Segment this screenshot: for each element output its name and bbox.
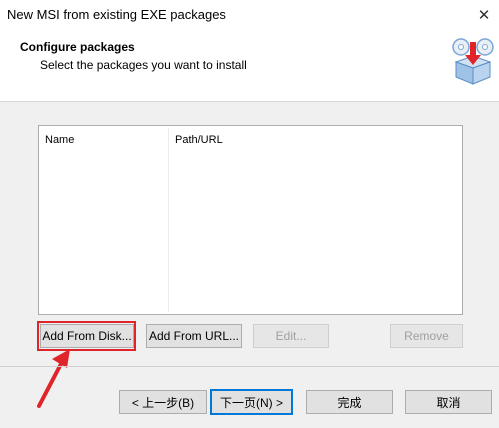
wizard-header: Configure packages Select the packages y… [0, 30, 499, 102]
cancel-button[interactable]: 取消 [405, 390, 492, 414]
footer-separator [0, 366, 499, 367]
add-from-url-button[interactable]: Add From URL... [146, 324, 242, 348]
window-title: New MSI from existing EXE packages [7, 7, 226, 22]
next-button[interactable]: 下一页(N) > [210, 389, 293, 415]
page-subtitle: Select the packages you want to install [40, 58, 247, 72]
close-icon[interactable]: ✕ [469, 0, 499, 30]
page-title: Configure packages [20, 40, 135, 54]
remove-button[interactable]: Remove [390, 324, 463, 348]
edit-button[interactable]: Edit... [253, 324, 329, 348]
wizard-window: New MSI from existing EXE packages ✕ Con… [0, 0, 499, 428]
title-bar: New MSI from existing EXE packages ✕ [0, 0, 499, 30]
column-header-path[interactable]: Path/URL [175, 134, 223, 146]
column-header-name[interactable]: Name [45, 134, 74, 146]
finish-button[interactable]: 完成 [306, 390, 393, 414]
packages-list[interactable]: Name Path/URL [38, 125, 463, 315]
column-divider [168, 128, 169, 312]
back-button[interactable]: < 上一步(B) [119, 390, 207, 414]
annotation-arrow-icon [37, 349, 70, 408]
package-cd-icon [452, 38, 494, 85]
